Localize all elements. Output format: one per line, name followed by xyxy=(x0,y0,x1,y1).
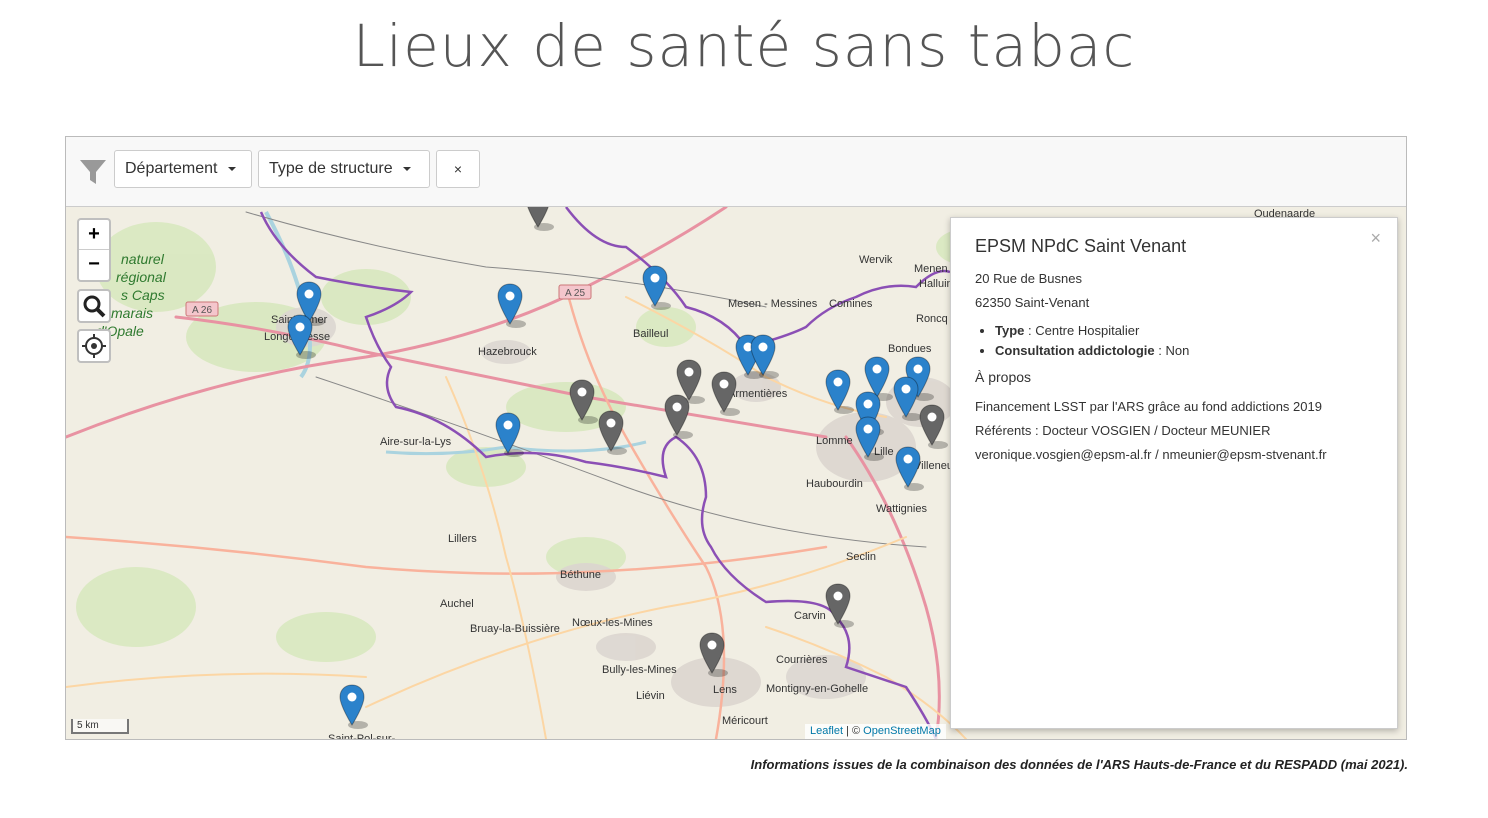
chevron-down-icon xyxy=(227,167,236,171)
chevron-down-icon xyxy=(402,167,411,171)
map-attribution: Leaflet | © OpenStreetMap xyxy=(805,724,946,739)
road-label-a25: A 25 xyxy=(565,288,585,299)
town-label: Méricourt xyxy=(722,715,768,727)
town-label: Bailleul xyxy=(633,328,668,340)
park-label: régional xyxy=(116,269,167,285)
popup-type-label: Type xyxy=(995,323,1025,338)
osm-link[interactable]: OpenStreetMap xyxy=(863,725,941,737)
gray-map-marker[interactable] xyxy=(825,583,854,628)
town-label: Haubourdin xyxy=(806,478,863,490)
map-canvas[interactable]: A 26 A 25 naturel régional s Caps marais… xyxy=(66,207,1406,739)
town-label: Hazebrouck xyxy=(478,346,537,358)
town-label: Lillers xyxy=(448,533,477,545)
department-dropdown[interactable]: Département xyxy=(114,150,252,188)
location-popup: × EPSM NPdC Saint Venant 20 Rue de Busne… xyxy=(950,217,1398,729)
zoom-control: + − xyxy=(77,218,111,282)
crosshair-icon xyxy=(82,334,106,358)
popup-details-list: Type : Centre Hospitalier Consultation a… xyxy=(975,321,1373,361)
town-label: Lomme xyxy=(816,435,853,447)
popup-title: EPSM NPdC Saint Venant xyxy=(975,236,1187,256)
popup-address-line2: 62350 Saint-Venant xyxy=(975,295,1090,310)
locate-button[interactable] xyxy=(77,329,111,363)
town-label: Nœux-les-Mines xyxy=(572,617,653,629)
zoom-in-button[interactable]: + xyxy=(79,220,109,249)
popup-consult-label: Consultation addictologie xyxy=(995,343,1155,358)
park-label: marais xyxy=(111,305,153,321)
popup-about-line2: Référents : Docteur VOSGIEN / Docteur ME… xyxy=(975,423,1271,438)
popup-about-heading: À propos xyxy=(975,369,1032,385)
town-label: Wervik xyxy=(859,254,893,266)
town-label: Aire-sur-la-Lys xyxy=(380,436,452,448)
magnifier-icon xyxy=(83,295,106,318)
popup-consult-item: Consultation addictologie : Non xyxy=(995,341,1373,361)
popup-consult-value: : Non xyxy=(1154,343,1190,358)
popup-type-value: : Centre Hospitalier xyxy=(1024,323,1140,338)
footer-note: Informations issues de la combinaison de… xyxy=(750,757,1408,772)
filter-toolbar: Département Type de structure × xyxy=(66,137,1406,207)
department-dropdown-label: Département xyxy=(125,160,218,177)
town-label: Menen xyxy=(914,263,948,275)
structure-type-dropdown-label: Type de structure xyxy=(269,160,393,177)
town-label: Liévin xyxy=(636,690,665,702)
town-label: Courrières xyxy=(776,654,828,666)
town-label: Saint-Pol-sur- xyxy=(328,733,396,739)
popup-about-line3: veronique.vosgien@epsm-al.fr / nmeunier@… xyxy=(975,447,1327,462)
blue-map-marker[interactable] xyxy=(339,684,368,729)
page-title: Lieux de santé sans tabac xyxy=(352,12,1136,80)
town-label: Seclin xyxy=(846,551,876,563)
town-label: Auchel xyxy=(440,598,474,610)
structure-type-dropdown[interactable]: Type de structure xyxy=(258,150,430,188)
town-label: Armentières xyxy=(728,388,788,400)
gray-map-marker[interactable] xyxy=(526,207,554,231)
zoom-out-button[interactable]: − xyxy=(79,249,109,279)
leaflet-link[interactable]: Leaflet xyxy=(810,725,843,737)
search-button[interactable] xyxy=(77,289,111,323)
park-label: s Caps xyxy=(121,287,165,303)
town-label: Carvin xyxy=(794,610,826,622)
park-label: naturel xyxy=(121,251,165,267)
town-label: Roncq xyxy=(916,313,948,325)
funnel-icon[interactable] xyxy=(80,159,106,185)
map-container: Département Type de structure × A 26 A 2… xyxy=(65,136,1407,740)
town-label: Montigny-en-Gohelle xyxy=(766,683,868,695)
popup-address-line1: 20 Rue de Busnes xyxy=(975,271,1082,286)
clear-filters-button[interactable]: × xyxy=(436,150,480,188)
blue-map-marker[interactable] xyxy=(825,369,854,414)
town-label: Comines xyxy=(829,298,873,310)
town-label: Mesen - Messines xyxy=(728,298,818,310)
road-label-a26: A 26 xyxy=(192,305,212,316)
town-label: Lens xyxy=(713,684,737,696)
town-label: Béthune xyxy=(560,569,601,581)
town-label: Bondues xyxy=(888,343,932,355)
town-label: Bully-les-Mines xyxy=(602,664,677,676)
town-label: Bruay-la-Buissière xyxy=(470,623,560,635)
town-label: Halluin xyxy=(919,278,953,290)
scale-bar: 5 km xyxy=(71,719,129,734)
popup-type-item: Type : Centre Hospitalier xyxy=(995,321,1373,341)
attribution-separator: | © xyxy=(843,725,864,737)
close-icon[interactable]: × xyxy=(1370,228,1381,249)
popup-about-line1: Financement LSST par l'ARS grâce au fond… xyxy=(975,399,1322,414)
town-label: Wattignies xyxy=(876,503,927,515)
